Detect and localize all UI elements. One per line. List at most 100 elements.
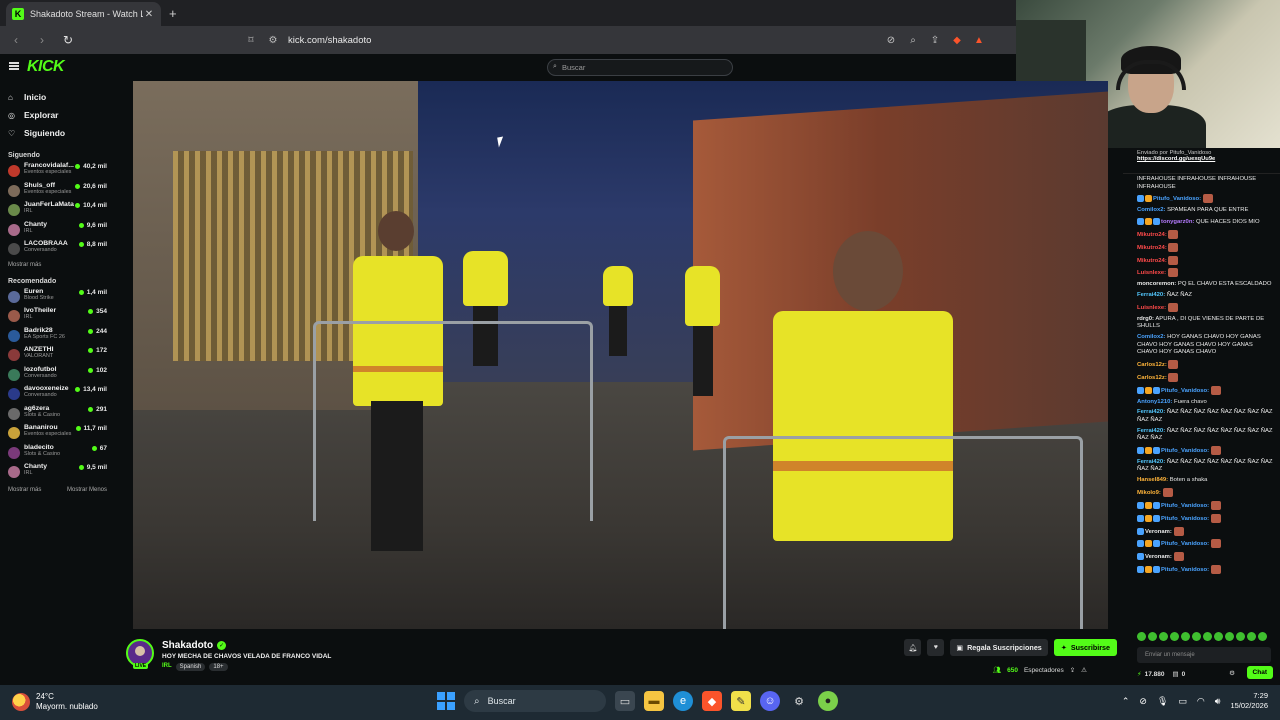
taskbar-search[interactable]: ⌕ Buscar bbox=[464, 690, 606, 712]
pinned-message[interactable]: Enviado por Pitufo_Vanidoso https://disc… bbox=[1123, 148, 1280, 174]
chat-username[interactable]: Veronam: bbox=[1145, 529, 1172, 535]
file-explorer-icon[interactable]: ▬ bbox=[644, 691, 664, 711]
following-channel[interactable]: Shuls_off Eventos especiales 20,6 mil bbox=[0, 182, 115, 202]
search-input[interactable]: ⌕ Buscar bbox=[547, 59, 733, 76]
chat-username[interactable]: Carlos12z: bbox=[1137, 375, 1167, 381]
recommended-channel[interactable]: Bananirou Eventos especiales 11,7 mil bbox=[0, 424, 115, 444]
menu-icon[interactable] bbox=[9, 62, 19, 70]
chat-username[interactable]: Veronam: bbox=[1145, 554, 1172, 560]
following-show-more[interactable]: Mostrar más bbox=[0, 262, 115, 268]
follow-heart-icon[interactable]: ♥ bbox=[927, 639, 945, 656]
secondary-count[interactable]: 0 bbox=[1182, 671, 1186, 678]
chat-username[interactable]: Ferrai420: bbox=[1137, 409, 1165, 415]
browser-tab[interactable]: K Shakadoto Stream - Watch Li ✕ bbox=[6, 2, 161, 26]
recommended-channel[interactable]: ag6zera Slots & Casino 291 bbox=[0, 405, 115, 425]
emote-icon[interactable] bbox=[1203, 632, 1212, 641]
kick-logo[interactable]: KICK bbox=[27, 58, 65, 76]
discord-icon[interactable]: ☺ bbox=[760, 691, 780, 711]
show-less-button[interactable]: Mostrar Menos bbox=[67, 487, 107, 493]
stream-category[interactable]: IRL bbox=[162, 663, 172, 671]
chat-settings-icon[interactable]: ⚙ bbox=[1229, 669, 1235, 677]
chat-username[interactable]: Pitufo_Vanidoso: bbox=[1161, 541, 1209, 547]
emote-icon[interactable] bbox=[1192, 632, 1201, 641]
recommended-channel[interactable]: IvoTheiler IRL 354 bbox=[0, 307, 115, 327]
emote-icon[interactable] bbox=[1258, 632, 1267, 641]
microphone-icon[interactable]: 🎙︎ bbox=[1157, 696, 1168, 707]
reload-icon[interactable]: ↻ bbox=[58, 30, 78, 50]
show-more-button[interactable]: Mostrar más bbox=[8, 487, 41, 493]
chat-username[interactable]: Ferrai420: bbox=[1137, 428, 1165, 434]
chat-username[interactable]: Pitufo_Vanidoso: bbox=[1153, 196, 1201, 202]
chat-username[interactable]: Pitufo_Vanidoso: bbox=[1161, 503, 1209, 509]
network-off-icon[interactable]: ⊘ bbox=[1139, 696, 1147, 707]
share-icon[interactable]: ⇪ bbox=[1070, 666, 1075, 674]
warning-icon[interactable]: ⚠ bbox=[1081, 666, 1087, 674]
following-channel[interactable]: Chanty IRL 9,6 mil bbox=[0, 221, 115, 241]
pinned-link[interactable]: https://discord.gg/uexqUu9e bbox=[1137, 156, 1276, 162]
emote-icon[interactable] bbox=[1247, 632, 1256, 641]
chat-username[interactable]: Pitufo_Vanidoso: bbox=[1161, 448, 1209, 454]
chat-username[interactable]: Mikutro24: bbox=[1137, 232, 1167, 238]
monitor-icon[interactable]: ▭ bbox=[1178, 696, 1187, 707]
chat-username[interactable]: Mikolo9: bbox=[1137, 490, 1161, 496]
chat-send-button[interactable]: Chat bbox=[1246, 666, 1273, 679]
emote-icon[interactable] bbox=[1170, 632, 1179, 641]
chat-username[interactable]: Luisnlexe: bbox=[1137, 270, 1166, 276]
chat-username[interactable]: Comilox2: bbox=[1137, 334, 1165, 340]
brave-icon[interactable]: ◆ bbox=[702, 691, 722, 711]
brave-rewards-icon[interactable]: ▲ bbox=[972, 30, 986, 50]
emote-icon[interactable] bbox=[1159, 632, 1168, 641]
tag-language[interactable]: Spanish bbox=[175, 663, 206, 671]
chat-username[interactable]: Pitufo_Vanidoso: bbox=[1161, 567, 1209, 573]
emote-icon[interactable] bbox=[1137, 632, 1146, 641]
close-tab-icon[interactable]: ✕ bbox=[143, 9, 155, 20]
share-icon[interactable]: ⇪ bbox=[928, 30, 942, 50]
chat-username[interactable]: Antony1210: bbox=[1137, 399, 1172, 405]
emote-icon[interactable] bbox=[1148, 632, 1157, 641]
tray-overflow-icon[interactable]: ⌃ bbox=[1122, 696, 1130, 707]
chat-username[interactable]: Mikutro24: bbox=[1137, 245, 1167, 251]
chat-username[interactable]: Pitufo_Vanidoso: bbox=[1161, 388, 1209, 394]
weather-widget[interactable]: 24°C Mayorm. nublado bbox=[12, 692, 98, 712]
following-channel[interactable]: JuanFerLaMata IRL 10,4 mil bbox=[0, 201, 115, 221]
chat-username[interactable]: Luisnlexe: bbox=[1137, 305, 1166, 311]
forward-icon[interactable]: › bbox=[32, 30, 52, 50]
app-icon[interactable]: ● bbox=[818, 691, 838, 711]
emote-icon[interactable] bbox=[1181, 632, 1190, 641]
following-channel[interactable]: LACOBRAAA Conversando 8,8 mil bbox=[0, 240, 115, 260]
settings-icon[interactable]: ⚙ bbox=[789, 691, 809, 711]
chat-username[interactable]: Pitufo_Vanidoso: bbox=[1161, 516, 1209, 522]
brave-shields-icon[interactable]: ◆ bbox=[950, 30, 964, 50]
url-field[interactable]: ⌑ ⚙ kick.com/shakadoto bbox=[244, 30, 994, 50]
edge-icon[interactable]: e bbox=[673, 691, 693, 711]
recommended-channel[interactable]: Chanty IRL 9,5 mil bbox=[0, 463, 115, 483]
nav-item-inicio[interactable]: ⌂ Inicio bbox=[0, 88, 115, 106]
emote-icon[interactable] bbox=[1225, 632, 1234, 641]
chat-username[interactable]: rdrg0: bbox=[1137, 316, 1154, 322]
nav-item-explorar[interactable]: ◎ Explorar bbox=[0, 106, 115, 124]
chat-input[interactable]: Enviar un mensaje bbox=[1137, 647, 1271, 663]
bookmark-icon[interactable]: ⌑ bbox=[244, 35, 258, 46]
site-info-icon[interactable]: ⚙ bbox=[266, 35, 280, 46]
back-icon[interactable]: ‹ bbox=[6, 30, 26, 50]
recommended-channel[interactable]: davooxeneize Conversando 13,4 mil bbox=[0, 385, 115, 405]
points-count[interactable]: 17.880 bbox=[1145, 671, 1165, 678]
nav-item-siguiendo[interactable]: ♡ Siguiendo bbox=[0, 124, 115, 142]
streamer-name[interactable]: Shakadoto ✓ bbox=[162, 640, 227, 651]
chat-username[interactable]: Hansel849: bbox=[1137, 477, 1168, 483]
recommended-channel[interactable]: Euren Blood Strike 1,4 mil bbox=[0, 288, 115, 308]
emote-icon[interactable] bbox=[1214, 632, 1223, 641]
recommended-channel[interactable]: Badrik28 EA Sports FC 26 244 bbox=[0, 327, 115, 347]
mute-icon[interactable]: ⊘ bbox=[884, 30, 898, 50]
zoom-icon[interactable]: ⌕ bbox=[906, 30, 920, 50]
wifi-icon[interactable]: ◠ bbox=[1197, 696, 1205, 707]
recommended-channel[interactable]: ANZETHI VALORANT 172 bbox=[0, 346, 115, 366]
new-tab-button[interactable]: + bbox=[169, 6, 177, 21]
chat-username[interactable]: Carlos12z: bbox=[1137, 362, 1167, 368]
chat-username[interactable]: Mikutro24: bbox=[1137, 258, 1167, 264]
video-player[interactable] bbox=[133, 81, 1108, 629]
chat-username[interactable]: tonygarz0n: bbox=[1161, 219, 1194, 225]
gift-subs-button[interactable]: ▣ Regala Suscripciones bbox=[950, 639, 1048, 656]
following-channel[interactable]: Francovidalaf... Eventos especiales 40,2 m… bbox=[0, 162, 115, 182]
windows-start-icon[interactable] bbox=[437, 692, 455, 710]
